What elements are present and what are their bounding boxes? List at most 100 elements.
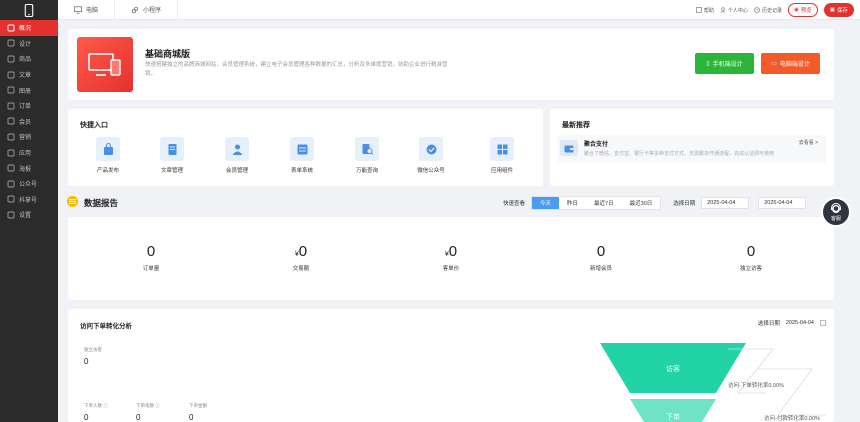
pc-design-button[interactable]: ▭ 电脑端设计 <box>761 53 820 74</box>
sidebar-item-11[interactable]: 抖掌号 <box>0 192 58 208</box>
quick-entry-card: 快捷入口 产品发布 文章管理 会员管理 表单系统 万能查询 微信公众号 应用组件 <box>68 109 543 186</box>
sidebar-item-2[interactable]: 商品 <box>0 51 58 67</box>
sidebar-item-label: 应用 <box>19 151 32 158</box>
range-selector: 今天 昨日 最近7日 最近30日 <box>531 196 662 210</box>
recommend-title: 最新推荐 <box>562 122 590 129</box>
order-count-label: 下单笔数 <box>136 403 154 408</box>
stat-number: 0 <box>448 243 458 260</box>
sidebar-item-label: 图册 <box>19 88 32 95</box>
tab-pc-label: 电脑 <box>86 8 99 14</box>
stat-label: 客单价 <box>442 266 460 272</box>
quick-entry-5[interactable]: 微信公众号 <box>406 137 456 174</box>
sidebar-item-1[interactable]: 设计 <box>0 36 58 52</box>
sidebar-item-0[interactable]: 概况 <box>0 20 58 36</box>
stat-number: 0 <box>596 243 606 260</box>
quick-entry-0[interactable]: 产品发布 <box>83 137 133 174</box>
recommend-card: 最新推荐 聚合支付 聚合了微信、支付宝、银行卡等多种支付方式，无需繁杂开通流程，… <box>550 109 834 186</box>
sidebar-item-label: 商品 <box>19 57 32 64</box>
monitor-icon: ▭ <box>771 61 777 67</box>
quick-entry-3[interactable]: 表单系统 <box>277 137 327 174</box>
date-to-input[interactable]: 2025-04-04 <box>758 197 807 209</box>
help-label: 帮助 <box>703 7 714 14</box>
quick-view-label: 快速查看 <box>503 201 526 207</box>
article-icon <box>7 71 15 79</box>
wechat-icon <box>7 180 15 188</box>
order-users-label: 下单人数 <box>84 403 102 408</box>
quick-entry-title: 快捷入口 <box>80 122 108 129</box>
recommend-item-desc: 聚合了微信、支付宝、银行卡等多种支付方式，无需繁杂开通流程，完成认证即可使用 <box>584 151 775 157</box>
order-amount-label: 下单金额 <box>189 403 207 408</box>
quick-entry-1[interactable]: 文章管理 <box>147 137 197 174</box>
sidebar-item-12[interactable]: 设置 <box>0 207 58 223</box>
phone-icon: ▯ <box>706 61 710 67</box>
save-button[interactable]: ▣ 保存 <box>823 3 854 17</box>
quick-entry-label: 应用组件 <box>490 168 513 174</box>
mobile-design-button[interactable]: ▯ 手机端设计 <box>695 53 754 74</box>
quick-entry-6[interactable]: 应用组件 <box>477 137 527 174</box>
info-icon: ⓘ <box>155 403 160 408</box>
quick-entry-2[interactable]: 会员管理 <box>212 137 262 174</box>
sidebar-item-10[interactable]: 公众号 <box>0 176 58 192</box>
recommend-more-link[interactable]: 去看看 > <box>799 139 818 146</box>
stat-number: 0 <box>746 243 756 260</box>
sidebar: 概况设计商品文章图册订单会员营销应用海报公众号抖掌号 设置 <box>0 0 58 422</box>
preview-button[interactable]: ◉ 预览 <box>787 3 818 17</box>
sidebar-item-7[interactable]: 营销 <box>0 129 58 145</box>
eye-icon: ◉ <box>793 7 799 13</box>
history-link[interactable]: 历史记录 <box>754 7 782 14</box>
app-icon <box>7 149 15 157</box>
sidebar-item-label: 公众号 <box>19 182 38 189</box>
range-yesterday[interactable]: 昨日 <box>559 197 586 209</box>
order-amount-value: 0 <box>189 413 194 422</box>
stats-card: 0 订单量 ¥0 交易额 ¥0 客单价 0 新增会员 0 独立访客 <box>68 217 834 300</box>
member-icon <box>7 117 15 125</box>
sidebar-item-4[interactable]: 图册 <box>0 82 58 98</box>
calendar-icon[interactable] <box>820 320 826 326</box>
sidebar-item-8[interactable]: 应用 <box>0 145 58 161</box>
range-7days[interactable]: 最近7日 <box>586 197 622 209</box>
wallet-icon <box>560 140 578 156</box>
douyin-icon <box>7 195 15 203</box>
date-from-input[interactable]: 2025-04-04 <box>701 197 750 209</box>
sidebar-item-5[interactable]: 订单 <box>0 98 58 114</box>
quick-entry-4[interactable]: 万能查询 <box>342 137 392 174</box>
save-label: 保存 <box>836 8 848 14</box>
sidebar-item-label: 会员 <box>19 119 32 126</box>
customer-service-button[interactable]: 客服 <box>821 197 851 227</box>
recommend-item-title: 聚合支付 <box>584 142 609 148</box>
miniprogram-icon <box>131 6 139 13</box>
store-description: 快速搭建独立的品牌商城网站、会员管理系统，建立电子会员管理各种数据的汇总，分析及… <box>145 62 448 77</box>
range-today[interactable]: 今天 <box>532 197 560 209</box>
funnel-line-2 <box>758 368 826 416</box>
phone-logo-icon <box>0 0 58 20</box>
document-icon <box>160 137 184 161</box>
sidebar-item-9[interactable]: 海报 <box>0 160 58 176</box>
clock-icon <box>754 7 760 13</box>
tab-pc[interactable]: 电脑 <box>58 0 116 20</box>
top-bar: 电脑 小程序 帮助 个人中心 历史记录 ◉ 预览 ▣ 保存 <box>58 0 860 20</box>
design-icon <box>7 39 15 47</box>
mobile-design-label: 手机端设计 <box>712 62 743 68</box>
customer-service-label: 客服 <box>830 215 841 222</box>
stat-3: 0 新增会员 <box>551 243 651 272</box>
sidebar-item-6[interactable]: 会员 <box>0 114 58 130</box>
recommend-item[interactable]: 聚合支付 聚合了微信、支付宝、银行卡等多种支付方式，无需繁杂开通流程，完成认证即… <box>557 135 826 163</box>
range-30days[interactable]: 最近30日 <box>622 197 661 209</box>
tab-miniprogram[interactable]: 小程序 <box>115 0 179 20</box>
funnel-visitors-label: 访客 <box>666 364 680 373</box>
search-doc-icon <box>355 137 379 161</box>
uv-value: 0 <box>84 357 89 366</box>
help-link[interactable]: 帮助 <box>696 7 714 14</box>
history-label: 历史记录 <box>761 7 782 14</box>
sidebar-item-label: 订单 <box>19 104 32 111</box>
user-icon <box>225 137 249 161</box>
quick-entry-label: 会员管理 <box>225 168 248 174</box>
stat-1: ¥0 交易额 <box>251 243 351 272</box>
personal-center-label: 个人中心 <box>727 7 748 14</box>
stat-4: 0 独立访客 <box>701 243 801 272</box>
sidebar-item-label: 概况 <box>19 26 32 33</box>
sidebar-item-3[interactable]: 文章 <box>0 67 58 83</box>
funnel-date-input[interactable]: 2025-04-04 <box>786 320 814 326</box>
personal-center-link[interactable]: 个人中心 <box>720 7 748 14</box>
order-amount-block: 下单金额 0 <box>189 403 207 422</box>
